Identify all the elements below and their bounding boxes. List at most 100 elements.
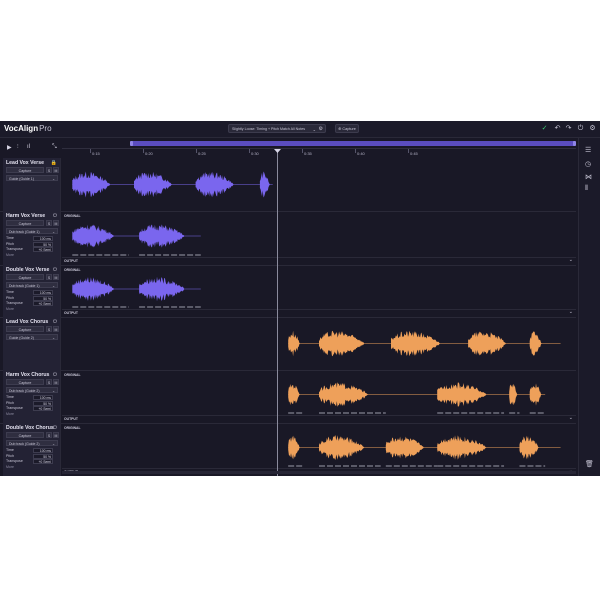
more-link[interactable]: More: [6, 412, 14, 416]
time-param-label: Time: [6, 448, 14, 452]
gear-icon[interactable]: ⚙: [319, 125, 323, 134]
waveform-zoom-icon[interactable]: ıl: [27, 144, 30, 150]
power-icon[interactable]: ⏻: [576, 124, 585, 133]
power-icon[interactable]: ⏻: [53, 319, 57, 325]
track-panel: Harm Vox Chorus ⏻ Capture S M Dub track (Guid…: [3, 370, 61, 423]
track-role-label: Dub track (Guide 2): [9, 389, 40, 393]
track-role-select[interactable]: Dub track (Guide 2) ⌄: [6, 440, 58, 446]
scroll-handle-right[interactable]: [573, 141, 576, 146]
track-role-label: Guide (Guide 1): [9, 177, 34, 181]
solo-button[interactable]: S: [46, 432, 52, 438]
waveform: [288, 330, 561, 357]
transport-controls: ▶ ⫶ ıl ⤡: [0, 138, 62, 158]
transpose-param-value[interactable]: +0 Semi: [33, 459, 53, 464]
transpose-param-value[interactable]: +0 Semi: [33, 247, 53, 252]
undo-icon[interactable]: ↶: [553, 124, 562, 133]
pitch-param-value[interactable]: 50 %: [33, 241, 53, 247]
track-role-select[interactable]: Guide (Guide 1) ⌄: [6, 175, 58, 181]
time-param-value[interactable]: 100 ms: [33, 236, 53, 241]
track-role-select[interactable]: Dub track (Guide 1) ⌄: [6, 228, 58, 234]
list-icon[interactable]: ☰: [585, 146, 591, 154]
sliders-icon[interactable]: ⫴: [585, 185, 588, 193]
title-bar: VocAlignPro Slightly Loose: Timing + Pit…: [0, 121, 600, 138]
mute-button[interactable]: M: [53, 379, 59, 385]
power-icon[interactable]: ⏻: [53, 372, 57, 378]
mute-button[interactable]: M: [53, 274, 59, 280]
waveform: [72, 171, 273, 198]
expand-icon[interactable]: ⤡: [52, 144, 57, 151]
clock-icon[interactable]: ◷: [585, 160, 591, 168]
solo-button[interactable]: S: [46, 167, 52, 173]
horizontal-scrollbar[interactable]: [62, 471, 576, 474]
track-panel: Double Vox Chorus ⏻ Capture S M Dub track (Gu…: [3, 423, 61, 476]
capture-button[interactable]: Capture: [6, 326, 44, 332]
mute-button[interactable]: M: [53, 167, 59, 173]
app-name: VocAlign: [4, 124, 39, 133]
capture-button[interactable]: Capture: [6, 432, 44, 438]
pitch-param-value[interactable]: 50 %: [33, 453, 53, 459]
lock-icon[interactable]: 🔒: [51, 160, 57, 166]
waveform-lane[interactable]: [62, 158, 576, 211]
capture-button[interactable]: Capture: [6, 220, 44, 226]
capture-button[interactable]: Capture: [6, 274, 44, 280]
solo-button[interactable]: S: [46, 326, 52, 332]
time-param-value[interactable]: 100 ms: [33, 395, 53, 400]
mute-button[interactable]: M: [53, 220, 59, 226]
more-link[interactable]: More: [6, 465, 14, 469]
chevron-down-icon: ⌄: [52, 442, 55, 446]
solo-button[interactable]: S: [46, 220, 52, 226]
more-link[interactable]: More: [6, 307, 14, 311]
track-role-select[interactable]: Dub track (Guide 1) ⌄: [6, 282, 58, 288]
waveform-lane[interactable]: ORIGINALOUTPUT⌄: [62, 265, 576, 317]
capture-all-button[interactable]: ⊕ Capture: [335, 124, 359, 133]
time-param-value[interactable]: 100 ms: [33, 448, 53, 453]
pitch-param-value[interactable]: 50 %: [33, 295, 53, 301]
preset-label: Slightly Loose: Timing + Pitch Match All…: [232, 127, 306, 131]
trash-icon[interactable]: 🗑: [585, 460, 594, 468]
tick-mark: [249, 149, 250, 153]
waveform-lane[interactable]: [62, 317, 576, 370]
more-link[interactable]: More: [6, 253, 14, 257]
settings-icon[interactable]: ⚙: [588, 124, 597, 133]
vocalign-window: VocAlignPro Slightly Loose: Timing + Pit…: [0, 121, 600, 476]
scroll-handle-left[interactable]: [130, 141, 133, 146]
mute-button[interactable]: M: [53, 326, 59, 332]
chevron-down-icon: ⌄: [312, 127, 316, 132]
chevron-down-icon: ⌄: [52, 336, 55, 340]
solo-button[interactable]: S: [46, 379, 52, 385]
status-ok-icon: ✓: [541, 125, 548, 132]
timeline-ruler[interactable]: 0:15 0:20 0:25 0:30 0:35 0:40 0:45: [62, 138, 576, 158]
capture-button[interactable]: Capture: [6, 167, 44, 173]
play-icon[interactable]: ▶: [7, 144, 12, 151]
right-toolbar: ☰ ◷ ⋈ ⫴ 🗑: [578, 138, 600, 476]
transpose-param-value[interactable]: +0 Semi: [33, 301, 53, 306]
track-panel: Lead Vox Chorus ⏻ Capture S M Guide (Guide 2)…: [3, 317, 61, 370]
timeline-scrollbar[interactable]: [130, 141, 576, 146]
tick-mark: [143, 149, 144, 153]
waveform-lane[interactable]: ORIGINALOUTPUT⌄: [62, 370, 576, 423]
power-icon[interactable]: ⏻: [53, 425, 57, 431]
track-role-select[interactable]: Dub track (Guide 2) ⌄: [6, 387, 58, 393]
power-icon[interactable]: ⏻: [53, 267, 57, 273]
playhead[interactable]: [277, 151, 278, 476]
capture-button[interactable]: Capture: [6, 379, 44, 385]
chevron-down-icon: ⌄: [52, 177, 55, 181]
track-row: Harm Vox Chorus ⏻ Capture S M Dub track (Guid…: [0, 370, 576, 424]
mute-button[interactable]: M: [53, 432, 59, 438]
split-icon[interactable]: ⫶: [17, 144, 19, 151]
pitch-param-value[interactable]: 50 %: [33, 400, 53, 406]
time-param-value[interactable]: 100 ms: [33, 290, 53, 295]
tick-label: 0:30: [251, 151, 259, 156]
waveform-lane[interactable]: ORIGINALOUTPUT⌄: [62, 423, 576, 476]
solo-button[interactable]: S: [46, 274, 52, 280]
waveform-lane[interactable]: ORIGINALOUTPUT⌄: [62, 211, 576, 265]
track-role-select[interactable]: Guide (Guide 2) ⌄: [6, 334, 58, 340]
time-param-label: Time: [6, 236, 14, 240]
tick-mark: [408, 149, 409, 153]
align-icon[interactable]: ⋈: [585, 173, 592, 181]
transpose-param-value[interactable]: +0 Semi: [33, 406, 53, 411]
power-icon[interactable]: ⏻: [53, 213, 57, 219]
preset-dropdown[interactable]: Slightly Loose: Timing + Pitch Match All…: [228, 124, 326, 133]
tick-label: 0:40: [357, 151, 365, 156]
redo-icon[interactable]: ↷: [564, 124, 573, 133]
